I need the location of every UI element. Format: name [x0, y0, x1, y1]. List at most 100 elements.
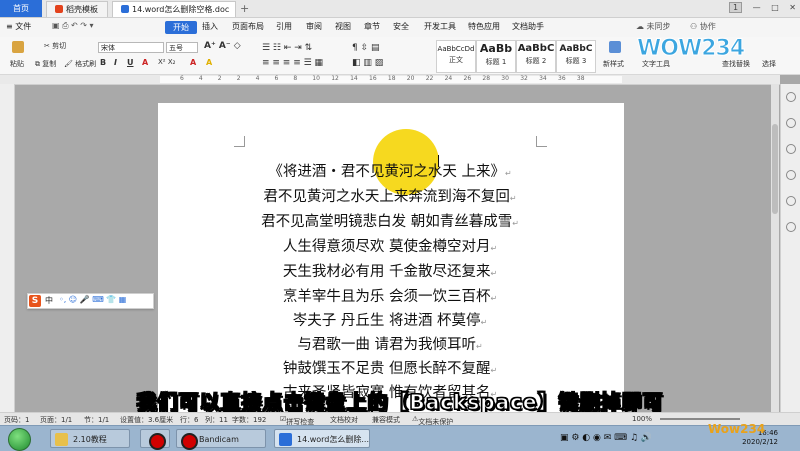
underline-button[interactable]: U: [127, 58, 134, 67]
poem-line[interactable]: 《将进酒・君不见黄河之水天 上来》↵: [160, 160, 620, 181]
taskbar-wps-label: 14.word怎么删除...: [297, 435, 370, 444]
copy-button[interactable]: ⧉ 复制: [35, 59, 56, 69]
ime-language-toggle[interactable]: 中: [45, 295, 53, 306]
menu-start[interactable]: 开始: [165, 21, 197, 34]
ime-tool-icons[interactable]: ◦, ☺ 🎤 ⌨ 👕 ▦: [59, 295, 126, 304]
poem-line[interactable]: 岑夫子 丹丘生 将进酒 杯莫停↵: [160, 309, 620, 330]
menu-reference[interactable]: 引用: [276, 21, 292, 32]
scrollbar-thumb[interactable]: [772, 124, 778, 214]
format-painter-label: 格式刷: [75, 60, 97, 68]
spellcheck-toggle[interactable]: ☑ 拼写检查: [280, 415, 314, 426]
menu-page-layout[interactable]: 页面布局: [232, 21, 264, 32]
notification-count[interactable]: 1: [729, 2, 743, 13]
style-heading-1[interactable]: AaBb 标题 1: [476, 40, 516, 73]
doc-verify-button[interactable]: 文档校对: [330, 415, 358, 425]
panel-format-icon[interactable]: [786, 144, 796, 154]
horizontal-ruler[interactable]: 6 4 2 2 4 6 8 10 12 14 16 18 20 22 24 26 28 30 32 34 36 38: [0, 75, 780, 85]
ruler-number: 14: [350, 75, 358, 82]
zoom-slider[interactable]: [660, 418, 740, 420]
new-style-icon[interactable]: [609, 41, 621, 53]
vertical-ruler[interactable]: [0, 84, 15, 412]
style-heading-3[interactable]: AaBbC 标题 3: [556, 40, 596, 73]
tab-home[interactable]: 首页: [0, 0, 42, 17]
paragraph-mark: ↵: [512, 219, 519, 228]
tab-template[interactable]: 稻壳模板: [46, 1, 108, 17]
select-label[interactable]: 选择: [762, 59, 776, 69]
clock-date: 2020/2/12: [742, 438, 778, 446]
poem-line[interactable]: 君不见黄河之水天上来奔流到海不复回↵: [160, 185, 620, 206]
paste-label[interactable]: 粘贴: [10, 59, 24, 69]
poem-line[interactable]: 烹羊宰牛且为乐 会须一饮三百杯↵: [160, 285, 620, 306]
menu-insert[interactable]: 插入: [202, 21, 218, 32]
title-bar: 首页 稻壳模板 14.word怎么删除空格.doc× + 1 — □ ✕: [0, 0, 800, 30]
bold-button[interactable]: B: [100, 58, 106, 67]
menu-review[interactable]: 审阅: [306, 21, 322, 32]
menu-file[interactable]: ≡ 文件: [6, 21, 31, 32]
poem-line[interactable]: 与君歌一曲 请君为我倾耳听↵: [160, 333, 620, 354]
menu-security[interactable]: 安全: [393, 21, 409, 32]
zoom-level[interactable]: 100%: [632, 415, 652, 423]
tray-icons[interactable]: ▣ ⚙ ◐ ◉ ✉ ⌨ ♫ 🔊: [560, 433, 652, 443]
poem-line-text: 钟鼓馔玉不足贵 但愿长醉不复醒: [282, 361, 491, 377]
panel-cursor-icon[interactable]: [786, 92, 796, 102]
taskbar-wps[interactable]: 14.word怎么删除...: [274, 429, 370, 448]
menu-doc-assistant[interactable]: 文档助手: [512, 21, 544, 32]
taskbar-bandicam[interactable]: Bandicam: [176, 429, 266, 450]
quick-access-icons[interactable]: ▣ ⎙ ↶ ↷ ▾: [52, 21, 94, 31]
superscript-button[interactable]: X² X₂: [158, 58, 175, 66]
cut-button[interactable]: ✂ 剪切: [44, 41, 66, 51]
poem-line[interactable]: 钟鼓馔玉不足贵 但愿长醉不复醒↵: [160, 357, 620, 378]
paragraph-buttons[interactable]: ¶ ⇳ ▤: [352, 43, 380, 53]
style-heading-2[interactable]: AaBbC 标题 2: [516, 40, 556, 73]
style-normal[interactable]: AaBbCcDd 正文: [436, 40, 476, 73]
format-painter-button[interactable]: 🖌 格式刷: [64, 59, 96, 69]
style-heading-1-sample: AaBb: [479, 42, 513, 55]
style-heading-2-name: 标题 2: [525, 57, 547, 65]
right-side-panel: [780, 84, 800, 412]
panel-style-icon[interactable]: [786, 118, 796, 128]
panel-settings-icon[interactable]: [786, 222, 796, 232]
minimize-icon[interactable]: —: [753, 3, 761, 12]
style-heading-3-sample: AaBbC: [559, 44, 593, 54]
poem-line[interactable]: 君不见高堂明镜悲白发 朝如青丝暮成雪↵: [160, 210, 620, 231]
start-button-icon[interactable]: [8, 428, 31, 451]
border-buttons[interactable]: ◧ ▥ ▨: [352, 58, 383, 68]
sync-status[interactable]: ☁ 未同步: [636, 21, 671, 32]
align-buttons[interactable]: ≡ ≡ ≡ ≡ ☰ ▦: [262, 58, 323, 68]
menu-chapter[interactable]: 章节: [364, 21, 380, 32]
panel-shape-icon[interactable]: [786, 196, 796, 206]
shading-button[interactable]: A: [206, 58, 212, 67]
font-color-button[interactable]: A: [142, 58, 148, 67]
list-buttons[interactable]: ☰ ☷ ⇤ ⇥ ⇅: [262, 43, 312, 53]
vertical-scrollbar[interactable]: [771, 84, 779, 412]
ruler-number: 36: [558, 75, 566, 82]
style-heading-2-sample: AaBbC: [517, 43, 555, 54]
poem-line[interactable]: 天生我材必有用 千金散尽还复来↵: [160, 260, 620, 281]
font-size-buttons[interactable]: A⁺ A⁻ ◇: [204, 41, 241, 51]
menu-developer[interactable]: 开发工具: [424, 21, 456, 32]
text-highlight-button[interactable]: A: [190, 58, 196, 67]
menu-features[interactable]: 特色应用: [468, 21, 500, 32]
poem-line-text: 烹羊宰牛且为乐 会须一饮三百杯: [282, 289, 491, 305]
maximize-icon[interactable]: □: [771, 3, 779, 12]
new-tab-icon[interactable]: +: [240, 1, 249, 16]
margin-corner-tl: [234, 136, 245, 147]
taskbar-record[interactable]: [140, 429, 170, 450]
ruler-number: 28: [482, 75, 491, 82]
panel-link-icon[interactable]: [786, 170, 796, 180]
ruler-number: 8: [293, 75, 298, 82]
menu-view[interactable]: 视图: [335, 21, 351, 32]
new-style-label[interactable]: 新样式: [603, 59, 624, 69]
collab-button[interactable]: ⚇ 协作: [690, 21, 716, 32]
sogou-ime-toolbar[interactable]: S 中 ◦, ☺ 🎤 ⌨ 👕 ▦: [27, 293, 154, 309]
ruler-number: 4: [198, 75, 203, 82]
poem-line[interactable]: 人生得意须尽欢 莫使金樽空对月↵: [160, 235, 620, 256]
italic-button[interactable]: I: [114, 58, 117, 67]
taskbar-folder[interactable]: 2.10教程: [50, 429, 130, 448]
tab-document[interactable]: 14.word怎么删除空格.doc×: [112, 1, 236, 30]
font-size-select[interactable]: 五号: [166, 42, 198, 53]
doc-protect-status[interactable]: ⚠ 文档未保护: [412, 415, 453, 426]
close-window-icon[interactable]: ✕: [789, 3, 796, 12]
font-name-select[interactable]: 宋体: [98, 42, 164, 53]
paste-icon[interactable]: [12, 41, 24, 53]
